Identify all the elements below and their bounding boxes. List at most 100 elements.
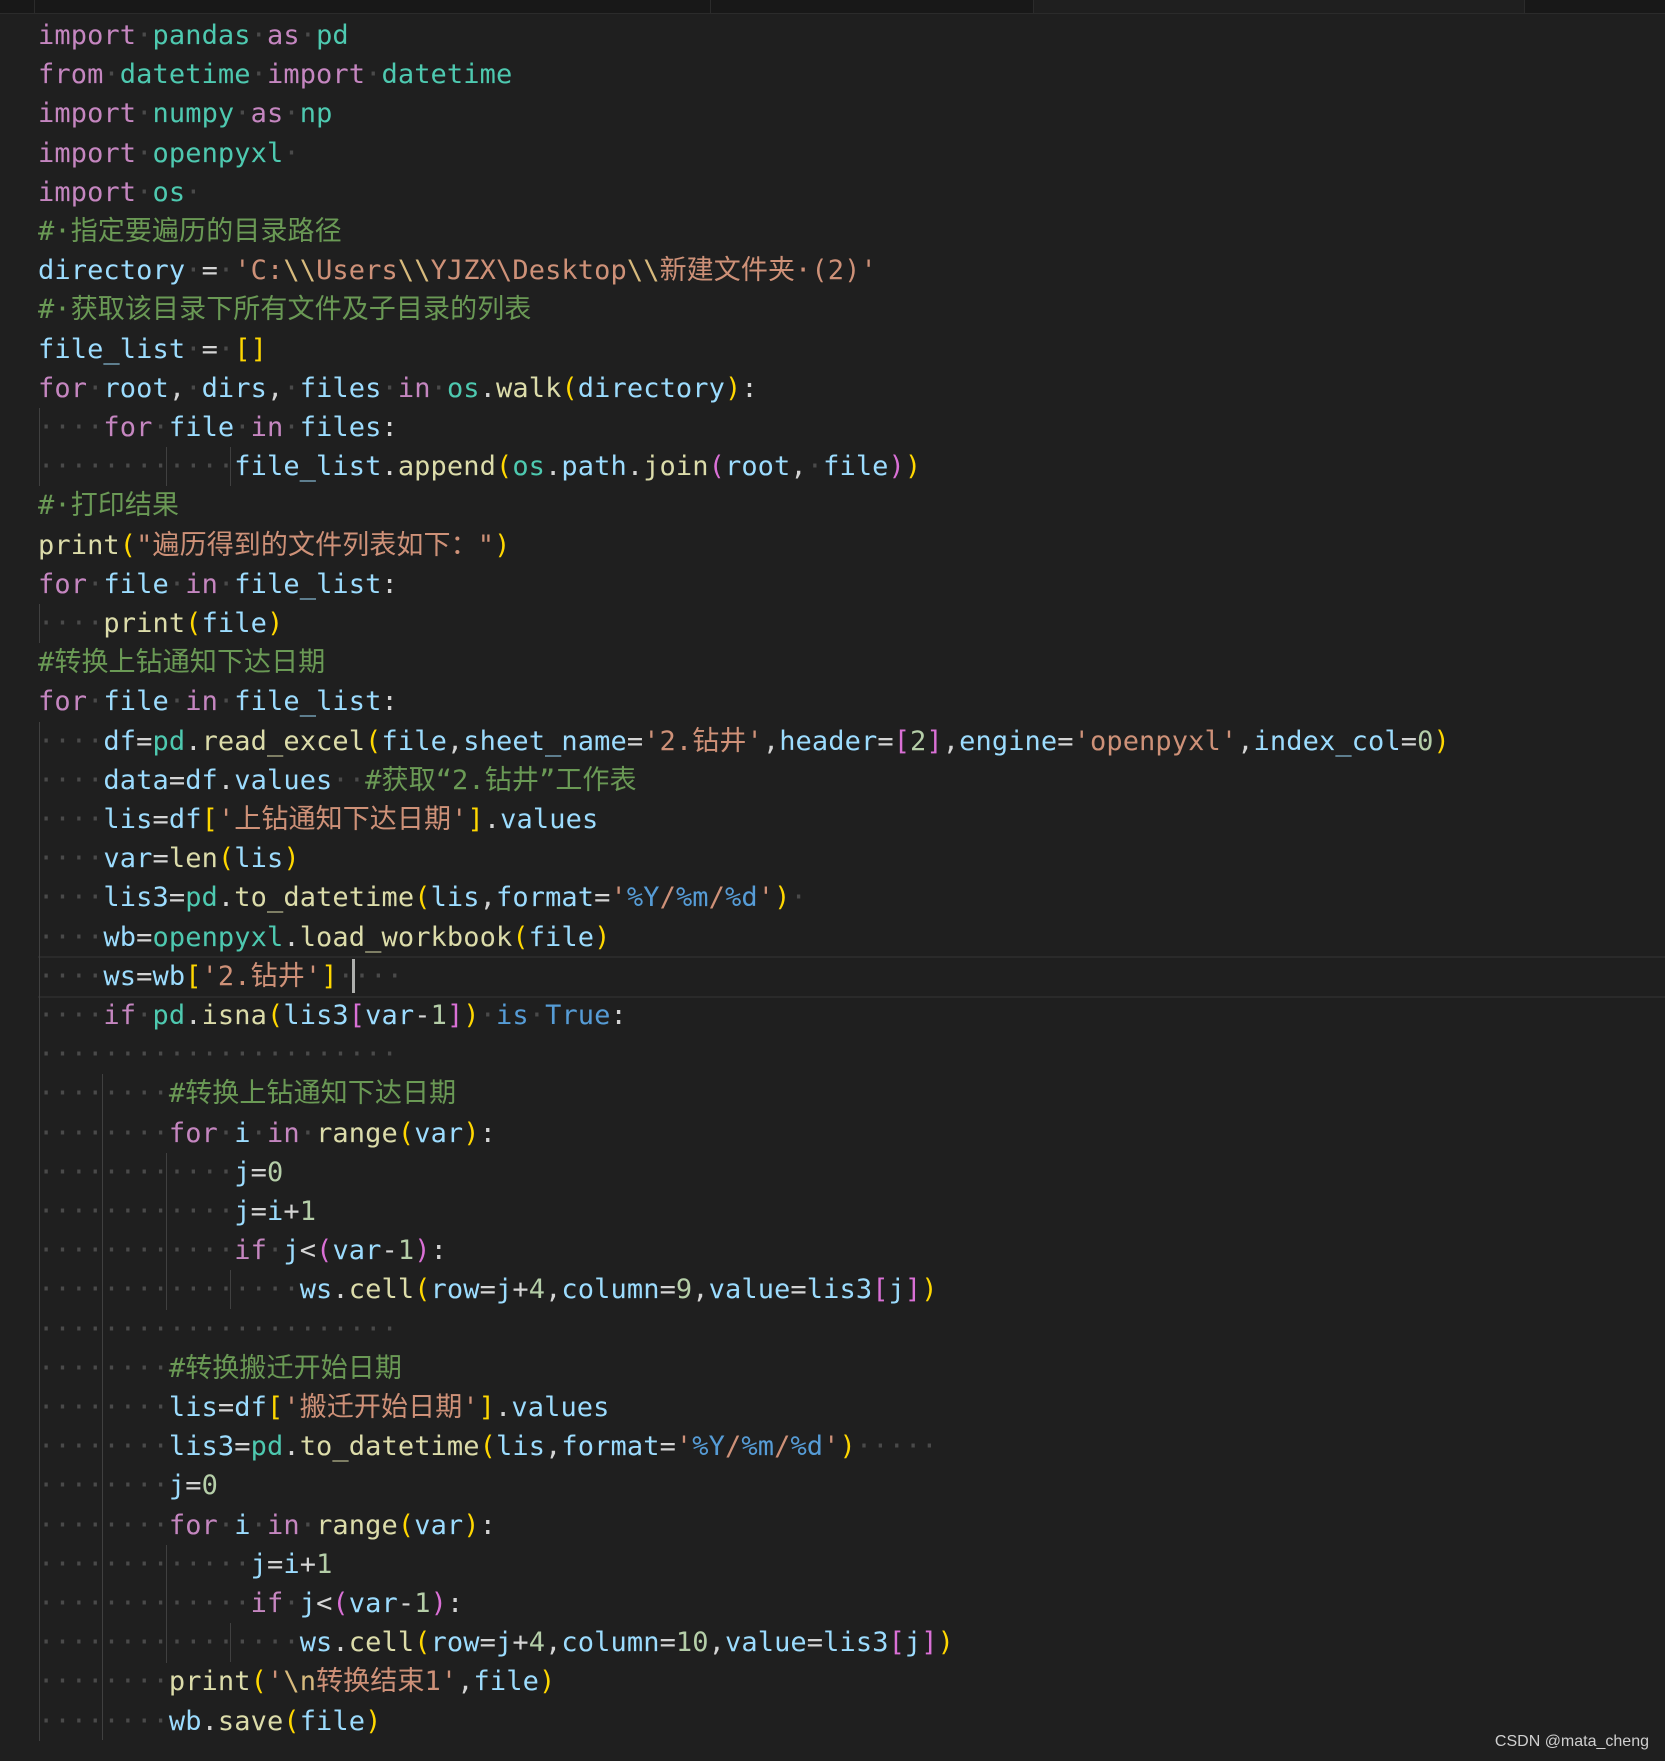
code-token: lis <box>168 1392 218 1423</box>
editor-tab[interactable] <box>0 0 35 14</box>
code-token: · <box>283 138 300 169</box>
code-token: from <box>38 59 104 90</box>
code-token: ) <box>430 1588 447 1619</box>
code-token: [ <box>201 804 218 835</box>
code-token: [ <box>888 1627 905 1658</box>
code-line[interactable]: import·numpy·as·np <box>38 94 332 133</box>
code-token: 9 <box>675 1274 693 1305</box>
code-line[interactable]: ·············j=i+1 <box>38 1545 332 1584</box>
code-line[interactable]: import·pandas·as·pd <box>38 16 349 55</box>
code-line[interactable]: ········wb.save(file) <box>38 1702 381 1741</box>
code-line[interactable]: ····if·pd.isna(lis3[var-1])·is·True: <box>38 996 627 1035</box>
code-token: · <box>365 59 382 90</box>
code-line[interactable]: ····data=df.values··#获取“2.钻井”工作表 <box>38 761 637 800</box>
code-token: ·· <box>370 961 403 992</box>
editor-tab-active[interactable] <box>1034 0 1525 14</box>
code-token: ) <box>365 1706 382 1737</box>
code-token: append <box>397 451 496 482</box>
code-token: · <box>185 373 202 404</box>
code-line[interactable]: #·获取该目录下所有文件及子目录的列表 <box>38 290 531 329</box>
indent-guide <box>166 447 167 486</box>
code-token: openpyxl <box>152 922 284 953</box>
code-line[interactable]: import·os· <box>38 173 202 212</box>
code-line[interactable]: ············if·j<(var-1): <box>38 1231 447 1270</box>
code-line[interactable]: file_list·=·[] <box>38 330 267 369</box>
code-token: = <box>136 726 153 757</box>
editor-tab[interactable] <box>1525 0 1665 14</box>
code-line[interactable]: ········lis=df['搬迁开始日期'].values <box>38 1388 610 1427</box>
code-line[interactable]: ····ws=wb['2.钻井']···· <box>38 957 403 996</box>
code-line[interactable]: for·file·in·file_list: <box>38 565 398 604</box>
code-token: ·········· <box>38 1235 202 1266</box>
code-token: ···· <box>38 412 104 443</box>
code-line[interactable]: #转换上钻通知下达日期 <box>38 643 325 682</box>
code-token: · <box>87 373 104 404</box>
text-cursor <box>352 959 355 993</box>
code-token: values <box>500 804 599 835</box>
code-token: ] <box>467 804 484 835</box>
code-line[interactable]: ········#转换搬迁开始日期 <box>38 1349 402 1388</box>
code-token: · <box>430 373 447 404</box>
watermark: CSDN @mata_cheng <box>1494 1733 1649 1750</box>
code-token: · <box>136 177 153 208</box>
code-token: for <box>168 1510 218 1541</box>
code-line[interactable]: ····print(file) <box>38 604 283 643</box>
code-token: ·· <box>201 1235 235 1266</box>
code-token: import <box>38 177 137 208</box>
code-token: ········ <box>38 1118 169 1149</box>
code-line[interactable]: from·datetime·import·datetime <box>38 55 512 94</box>
code-token: ( <box>267 1000 284 1031</box>
code-token: ) <box>538 1666 556 1697</box>
code-line[interactable]: ····var=len(lis) <box>38 839 300 878</box>
code-line[interactable]: ········for·i·in·range(var): <box>38 1114 496 1153</box>
code-token: format <box>561 1431 660 1462</box>
code-line[interactable]: ····df=pd.read_excel(file,sheet_name='2.… <box>38 722 1450 761</box>
code-token: '上钻通知下达日期' <box>217 804 468 835</box>
editor-tab[interactable] <box>35 0 711 14</box>
code-token: lis <box>495 1431 546 1462</box>
code-token: < <box>299 1235 317 1266</box>
code-token: file_list <box>38 334 186 365</box>
code-token: files <box>299 373 382 404</box>
code-token: wb <box>168 1706 202 1737</box>
code-line[interactable]: ····lis=df['上钻通知下达日期'].values <box>38 800 598 839</box>
code-token: 1 <box>414 1588 431 1619</box>
code-line[interactable]: ····for·file·in·files: <box>38 408 398 447</box>
code-line[interactable]: ········#转换上钻通知下达日期 <box>38 1074 456 1113</box>
code-line[interactable]: ············j=0 <box>38 1153 283 1192</box>
code-token: · <box>168 569 186 600</box>
code-line[interactable]: ········for·i·in·range(var): <box>38 1506 496 1545</box>
code-line[interactable]: ····lis3=pd.to_datetime(lis,format='%Y/%… <box>38 878 807 917</box>
code-line[interactable]: ········print('\n转换结束1',file) <box>38 1662 555 1701</box>
code-line[interactable]: print("遍历得到的文件列表如下：") <box>38 526 510 565</box>
code-token: ···· <box>38 882 104 913</box>
code-token: = <box>185 1470 202 1501</box>
code-line[interactable]: for·file·in·file_list: <box>38 682 398 721</box>
code-line[interactable]: ················ws.cell(row=j+4,column=9… <box>38 1270 938 1309</box>
code-line[interactable]: ············file_list.append(os.path.joi… <box>38 447 921 486</box>
code-token: ) <box>594 922 611 953</box>
indent-guide <box>102 1074 103 1740</box>
code-token: if <box>250 1588 284 1619</box>
code-line[interactable]: for·root,·dirs,·files·in·os.walk(directo… <box>38 369 758 408</box>
code-token: . <box>185 1000 202 1031</box>
code-line[interactable]: directory·=·'C:\\Users\\YJZX\Desktop\\新建… <box>38 251 877 290</box>
code-line[interactable]: ····wb=openpyxl.load_workbook(file) <box>38 918 610 957</box>
code-token: ············ <box>38 1588 235 1619</box>
indent-guide <box>230 447 231 486</box>
code-line[interactable]: #·打印结果 <box>38 486 179 525</box>
code-token: + <box>512 1274 529 1305</box>
code-token: / <box>708 882 726 913</box>
code-line[interactable]: ······················ <box>38 1310 398 1349</box>
code-line[interactable]: ············j=i+1 <box>38 1192 316 1231</box>
code-line[interactable]: import·openpyxl· <box>38 134 300 173</box>
code-token: · <box>790 882 807 913</box>
code-token: · <box>267 1235 284 1266</box>
code-line[interactable]: #·指定要遍历的目录路径 <box>38 212 342 251</box>
code-token: values <box>511 1392 610 1423</box>
code-line[interactable]: ······················ <box>38 1035 398 1074</box>
code-line[interactable]: ········lis3=pd.to_datetime(lis,format='… <box>38 1427 938 1466</box>
editor-tab[interactable] <box>711 0 1034 14</box>
code-line[interactable]: ········j=0 <box>38 1466 218 1505</box>
code-line[interactable]: ················ws.cell(row=j+4,column=1… <box>38 1623 954 1662</box>
